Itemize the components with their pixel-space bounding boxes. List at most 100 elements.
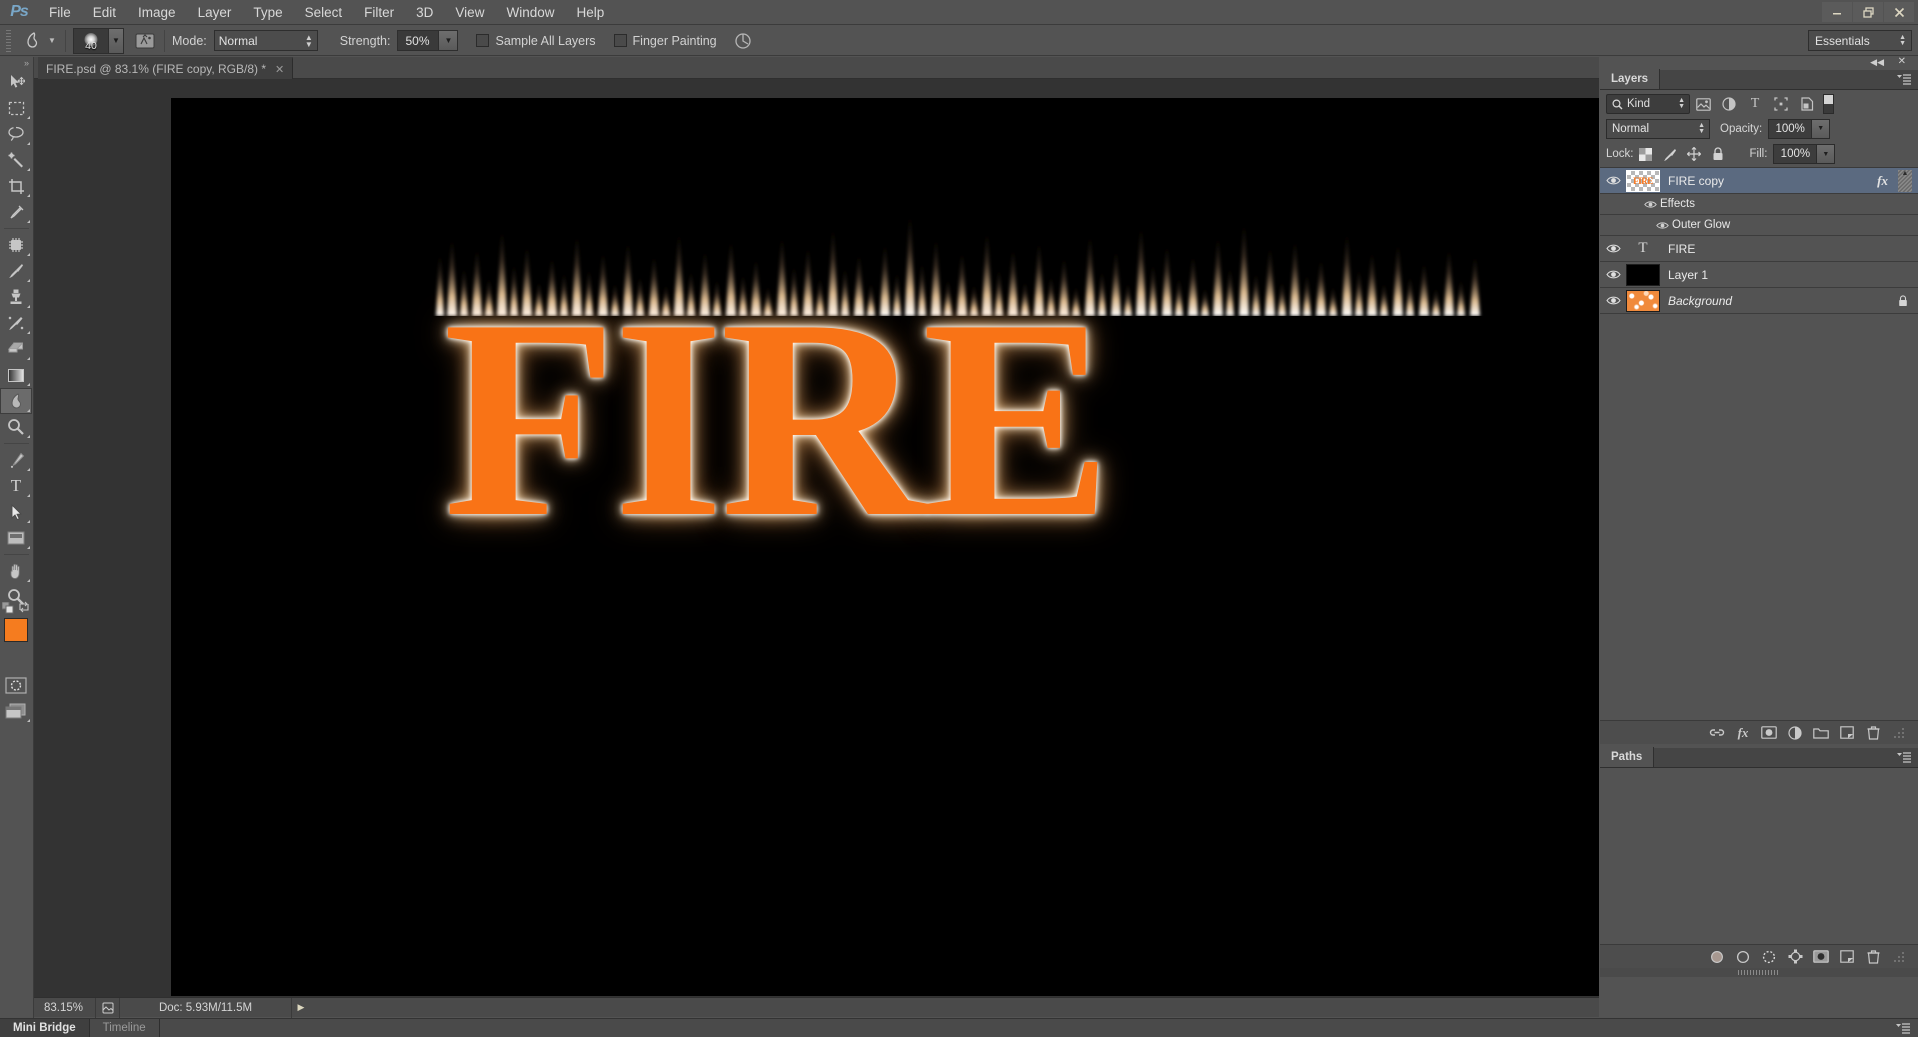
menu-file[interactable]: File: [38, 0, 82, 25]
layer-name[interactable]: Layer 1: [1668, 268, 1918, 282]
link-layers-icon[interactable]: [1704, 722, 1730, 744]
pixel-layers-filter-icon[interactable]: [1690, 93, 1716, 115]
new-path-icon[interactable]: [1834, 946, 1860, 968]
lock-image-pixels-icon[interactable]: [1658, 143, 1682, 165]
layer-thumbnail[interactable]: [1626, 263, 1660, 286]
filter-enable-toggle[interactable]: [1823, 94, 1834, 114]
list-item[interactable]: Outer Glow: [1600, 215, 1918, 236]
layer-thumbnail[interactable]: FIRE: [1626, 169, 1660, 192]
sample-all-layers-option[interactable]: Sample All Layers: [476, 34, 596, 48]
screen-mode-icon[interactable]: [0, 698, 32, 724]
collapse-panels-icon[interactable]: ◀◀: [1870, 57, 1884, 68]
status-expand-icon[interactable]: ▶: [292, 1002, 310, 1013]
new-group-icon[interactable]: [1808, 722, 1834, 744]
document-tab[interactable]: FIRE.psd @ 83.1% (FIRE copy, RGB/8) * ✕: [38, 57, 294, 79]
blend-mode-select[interactable]: Normal ▲ ▼: [213, 30, 318, 51]
minimize-button[interactable]: [1822, 2, 1852, 22]
finger-painting-option[interactable]: Finger Painting: [613, 34, 717, 48]
lock-transparent-pixels-icon[interactable]: [1634, 143, 1658, 165]
opacity-chevron-down-icon[interactable]: ▼: [1812, 118, 1831, 139]
table-row[interactable]: FIRE FIRE copy fx ▲: [1600, 168, 1918, 194]
make-work-path-icon[interactable]: [1782, 946, 1808, 968]
paths-horizontal-scrollbar[interactable]: [1600, 968, 1918, 977]
fill-path-icon[interactable]: [1704, 946, 1730, 968]
restore-button[interactable]: [1853, 2, 1883, 22]
menu-view[interactable]: View: [444, 0, 495, 25]
brush-panel-toggle-icon[interactable]: [133, 29, 157, 53]
load-path-as-selection-icon[interactable]: [1756, 946, 1782, 968]
new-adjustment-layer-icon[interactable]: [1782, 722, 1808, 744]
menu-image[interactable]: Image: [127, 0, 187, 25]
effects-visibility-toggle-eye-icon[interactable]: [1640, 200, 1660, 209]
gradient-tool[interactable]: [0, 362, 32, 388]
paths-panel-menu-icon[interactable]: [1897, 752, 1911, 763]
layer-visibility-toggle-eye-icon[interactable]: [1600, 243, 1626, 254]
pen-tool[interactable]: [0, 447, 32, 473]
layer-effects-collapse-icon[interactable]: ▲: [1898, 169, 1912, 192]
clone-stamp-tool[interactable]: [0, 284, 32, 310]
table-row[interactable]: T FIRE: [1600, 236, 1918, 262]
list-item[interactable]: Effects: [1600, 194, 1918, 215]
outer-glow-visibility-toggle-eye-icon[interactable]: [1652, 221, 1672, 230]
layers-panel-menu-icon[interactable]: [1897, 74, 1911, 85]
menu-3d[interactable]: 3D: [405, 0, 444, 25]
layer-name[interactable]: Background: [1668, 294, 1918, 308]
options-bar-grip[interactable]: [4, 29, 13, 52]
close-icon[interactable]: ✕: [275, 63, 284, 76]
add-layer-style-icon[interactable]: fx: [1730, 722, 1756, 744]
move-tool[interactable]: [0, 69, 32, 95]
eyedropper-tool[interactable]: [0, 199, 32, 225]
horizontal-type-tool[interactable]: T: [0, 473, 32, 499]
history-brush-tool[interactable]: [0, 310, 32, 336]
rectangular-marquee-tool[interactable]: [0, 95, 32, 121]
foreground-color-swatch[interactable]: [4, 618, 28, 642]
swap-colors-icon[interactable]: [18, 601, 30, 613]
close-dock-icon[interactable]: ✕: [1898, 56, 1906, 67]
type-layers-filter-icon[interactable]: T: [1742, 93, 1768, 115]
tab-layers[interactable]: Layers: [1600, 69, 1661, 89]
fill-chevron-down-icon[interactable]: ▼: [1817, 144, 1836, 164]
tab-paths[interactable]: Paths: [1600, 747, 1655, 767]
fill-input[interactable]: 100%: [1773, 144, 1818, 164]
lasso-tool[interactable]: [0, 121, 32, 147]
eraser-tool[interactable]: [0, 336, 32, 362]
layer-visibility-toggle-eye-icon[interactable]: [1600, 175, 1626, 186]
crop-tool[interactable]: [0, 173, 32, 199]
canvas-area[interactable]: FIRE: [34, 79, 1599, 997]
document-preview-icon[interactable]: [96, 997, 120, 1018]
menu-window[interactable]: Window: [495, 0, 565, 25]
layer-visibility-toggle-eye-icon[interactable]: [1600, 269, 1626, 280]
tab-timeline[interactable]: Timeline: [89, 1018, 160, 1037]
close-button[interactable]: [1884, 2, 1914, 22]
add-layer-mask-icon[interactable]: [1808, 946, 1834, 968]
layer-thumbnail[interactable]: [1626, 289, 1660, 312]
workspace-select[interactable]: Essentials ▲ ▼: [1808, 30, 1912, 51]
layer-blend-mode-select[interactable]: Normal ▲ ▼: [1606, 118, 1710, 139]
hand-tool[interactable]: [0, 558, 32, 584]
panel-resize-grip-icon[interactable]: [1886, 722, 1912, 744]
rectangle-tool[interactable]: [0, 525, 32, 551]
smudge-tool-icon[interactable]: [18, 29, 46, 53]
strength-input[interactable]: 50%: [397, 30, 440, 51]
strength-chevron-down-icon[interactable]: ▼: [439, 30, 459, 51]
quick-selection-tool[interactable]: [0, 147, 32, 173]
panel-resize-grip-icon[interactable]: [1886, 946, 1912, 968]
type-layer-thumbnail-icon[interactable]: T: [1626, 238, 1660, 260]
smudge-tool[interactable]: [0, 388, 32, 414]
menu-type[interactable]: Type: [242, 0, 293, 25]
path-selection-tool[interactable]: [0, 499, 32, 525]
layer-filter-kind-select[interactable]: Kind ▲ ▼: [1606, 94, 1690, 114]
layer-name[interactable]: FIRE: [1668, 242, 1918, 256]
toolbar-collapse-icon[interactable]: »: [0, 57, 33, 69]
table-row[interactable]: Background: [1600, 288, 1918, 314]
quick-mask-mode-icon[interactable]: [0, 672, 32, 698]
layer-visibility-toggle-eye-icon[interactable]: [1600, 295, 1626, 306]
dodge-tool[interactable]: [0, 414, 32, 440]
menu-filter[interactable]: Filter: [353, 0, 405, 25]
lock-all-icon[interactable]: [1706, 143, 1730, 165]
brush-preset-picker[interactable]: 40 ▼: [73, 27, 124, 54]
delete-layer-icon[interactable]: [1860, 722, 1886, 744]
paths-list[interactable]: [1600, 768, 1918, 944]
shape-layers-filter-icon[interactable]: [1768, 93, 1794, 115]
smart-object-filter-icon[interactable]: [1794, 93, 1820, 115]
